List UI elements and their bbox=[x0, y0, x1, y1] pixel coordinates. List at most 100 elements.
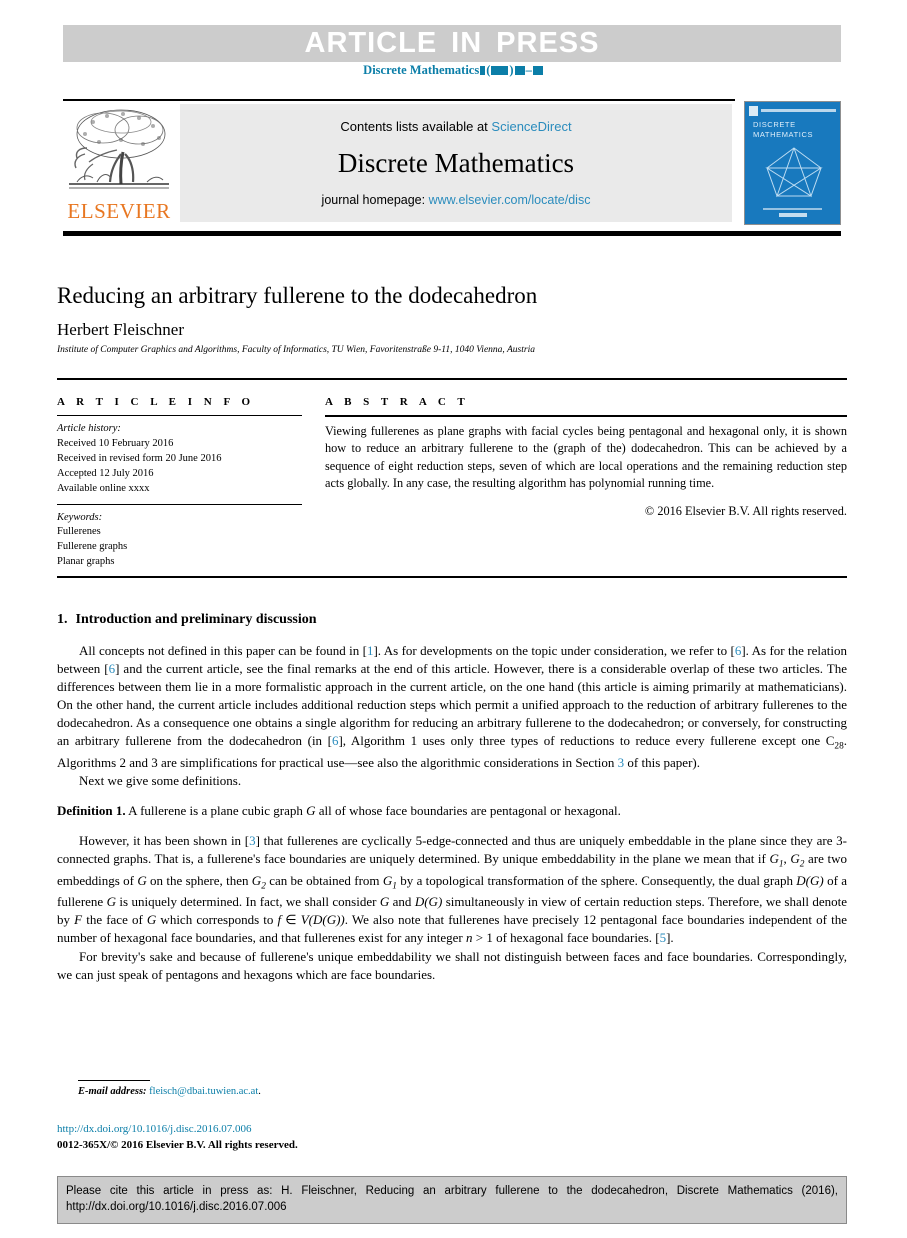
pentagram-icon bbox=[765, 147, 823, 198]
symbol-n-gt-1: n bbox=[465, 930, 473, 946]
article-info-column: A R T I C L E I N F O Article history: R… bbox=[57, 396, 302, 584]
article-in-press-banner: ARTICLE IN PRESS bbox=[63, 25, 841, 62]
author-name: Herbert Fleischner bbox=[57, 320, 184, 339]
section-title-text: Introduction and preliminary discussion bbox=[75, 612, 317, 627]
definition-1: Definition 1. A fullerene is a plane cub… bbox=[57, 802, 847, 820]
keywords-label: Keywords: bbox=[57, 511, 103, 523]
keyword-item: Planar graphs bbox=[57, 556, 115, 568]
doi-link[interactable]: http://dx.doi.org/10.1016/j.disc.2016.07… bbox=[57, 1122, 557, 1138]
journal-homepage-link[interactable]: www.elsevier.com/locate/disc bbox=[429, 193, 591, 207]
cover-publisher-mark bbox=[749, 105, 758, 116]
keyword-item: Fullerenes bbox=[57, 526, 101, 538]
page-end-placeholder-block bbox=[532, 66, 543, 75]
section-number: 1. bbox=[57, 612, 68, 627]
cite-line-1: Please cite this article in press as: H.… bbox=[66, 1185, 838, 1197]
email-link[interactable]: fleisch@dbai.tuwien.ac.at bbox=[149, 1086, 258, 1097]
para1-seg-b: ]. As for developments on the topic unde… bbox=[373, 643, 735, 658]
symbol-G-b: G bbox=[106, 894, 116, 910]
history-available-online: Available online xxxx bbox=[57, 482, 150, 494]
page-start-placeholder-block bbox=[514, 66, 525, 75]
cover-header-bar bbox=[749, 105, 836, 116]
journal-citation-stub: Discrete Mathematics() – bbox=[0, 63, 907, 78]
abstract-block-rule bbox=[57, 576, 847, 578]
author-affiliation: Institute of Computer Graphics and Algor… bbox=[57, 345, 535, 355]
symbol-G-d: G bbox=[146, 912, 157, 928]
journal-homepage-line: journal homepage: www.elsevier.com/locat… bbox=[322, 193, 591, 207]
symbol-F: F bbox=[74, 912, 83, 928]
cite-line-2: http://dx.doi.org/10.1016/j.disc.2016.07… bbox=[66, 1201, 287, 1214]
para3-seg-n: of hexagonal face boundaries. [ bbox=[492, 930, 660, 946]
history-accepted: Accepted 12 July 2016 bbox=[57, 467, 154, 479]
abstract-heading: A B S T R A C T bbox=[325, 396, 470, 408]
elsevier-tree-icon bbox=[69, 109, 169, 189]
symbol-VDG: V(D(G)) bbox=[300, 912, 345, 928]
cover-footer-mark bbox=[763, 208, 822, 217]
section-heading-introduction: 1. Introduction and preliminary discussio… bbox=[57, 612, 847, 628]
definition-label: Definition 1. bbox=[57, 803, 126, 819]
para3-seg-o: ]. bbox=[666, 930, 674, 946]
sciencedirect-link[interactable]: ScienceDirect bbox=[491, 119, 571, 134]
email-label: E-mail address: bbox=[78, 1086, 147, 1097]
symbol-DG-a: D(G) bbox=[796, 872, 824, 888]
symbol-G2-b: G2 bbox=[251, 872, 266, 892]
para3-seg-k: the face of bbox=[82, 912, 147, 928]
para1-seg-g: of this paper). bbox=[624, 754, 700, 770]
symbol-f-in-VDG: f bbox=[277, 912, 282, 928]
paragraph-brevity: For brevity's sake and because of fuller… bbox=[57, 948, 847, 982]
footer-identifiers: http://dx.doi.org/10.1016/j.disc.2016.07… bbox=[57, 1122, 557, 1154]
cover-title-line1: DISCRETE bbox=[753, 120, 796, 129]
cover-title-text: DISCRETE MATHEMATICS bbox=[753, 120, 813, 140]
history-received: Received 10 February 2016 bbox=[57, 437, 174, 449]
definition-symbol-G: G bbox=[306, 803, 316, 819]
footnote-email: E-mail address: fleisch@dbai.tuwien.ac.a… bbox=[78, 1086, 578, 1097]
title-block-rule bbox=[57, 378, 847, 380]
para3-seg-e: can be obtained from bbox=[265, 872, 383, 888]
contents-lists-prefix: Contents lists available at bbox=[340, 119, 492, 134]
journal-masthead: Contents lists available at ScienceDirec… bbox=[180, 104, 732, 222]
contents-lists-line: Contents lists available at ScienceDirec… bbox=[340, 119, 571, 134]
article-body: 1. Introduction and preliminary discussio… bbox=[57, 612, 847, 984]
definition-text-b: all of whose face boundaries are pentago… bbox=[315, 803, 621, 819]
symbol-G1-b: G1 bbox=[382, 872, 397, 892]
keywords-block: Keywords: Fullerenes Fullerene graphs Pl… bbox=[57, 511, 302, 571]
para1-seg-e: ], Algorithm 1 uses only three types of … bbox=[338, 733, 835, 749]
para1-seg-a: All concepts not defined in this paper c… bbox=[79, 643, 367, 658]
masthead-top-rule bbox=[63, 99, 735, 101]
history-revised: Received in revised form 20 June 2016 bbox=[57, 452, 222, 464]
c28-subscript: 28 bbox=[834, 741, 844, 752]
email-suffix: . bbox=[258, 1086, 261, 1097]
copyright-line: © 2016 Elsevier B.V. All rights reserved… bbox=[644, 503, 847, 518]
symbol-G-c: G bbox=[379, 894, 390, 910]
para3-seg-i: and bbox=[389, 894, 415, 910]
abstract-column: A B S T R A C T Viewing fullerenes as pl… bbox=[325, 396, 847, 519]
article-info-rule-mid bbox=[57, 503, 302, 505]
elsevier-logo: ELSEVIER bbox=[63, 104, 175, 222]
para3-seg-d: on the sphere, then bbox=[146, 872, 252, 888]
article-history-label: Article history: bbox=[57, 423, 121, 434]
cite-this-article-box: Please cite this article in press as: H.… bbox=[57, 1176, 847, 1224]
paragraph-intro: All concepts not defined in this paper c… bbox=[57, 642, 847, 772]
journal-homepage-prefix: journal homepage: bbox=[321, 193, 429, 207]
cover-title-line2: MATHEMATICS bbox=[753, 130, 814, 140]
para3-seg-a: However, it has been shown in [ bbox=[79, 833, 250, 849]
issn-copyright-line: 0012-365X/© 2016 Elsevier B.V. All right… bbox=[57, 1138, 298, 1151]
definition-text-a: A fullerene is a plane cubic graph bbox=[125, 803, 307, 819]
symbol-G2: G2 bbox=[790, 851, 805, 870]
abstract-rule bbox=[325, 415, 847, 417]
article-history-block: Article history: Received 10 February 20… bbox=[57, 422, 302, 497]
symbol-G1: G1 bbox=[769, 851, 784, 870]
para3-seg-h: is uniquely determined. In fact, we shal… bbox=[116, 894, 380, 910]
masthead-bottom-rule bbox=[63, 231, 841, 236]
journal-title: Discrete Mathematics bbox=[337, 148, 575, 178]
page-title: Reducing an arbitrary fullerene to the d… bbox=[57, 283, 538, 308]
footnote-separator bbox=[78, 1080, 150, 1081]
para3-seg-l: which corresponds to bbox=[156, 912, 278, 928]
journal-citation-name: Discrete Mathematics bbox=[363, 63, 480, 77]
article-page: ARTICLE IN PRESS Discrete Mathematics() – bbox=[0, 0, 907, 1238]
elsevier-wordmark: ELSEVIER bbox=[67, 199, 171, 223]
article-in-press-label: ARTICLE IN PRESS bbox=[304, 27, 600, 59]
paragraph-embeddability: However, it has been shown in [3] that f… bbox=[57, 833, 847, 946]
article-info-heading: A R T I C L E I N F O bbox=[57, 396, 255, 408]
year-placeholder-block bbox=[491, 66, 509, 75]
para3-seg-f: by a topological transformation of the s… bbox=[396, 872, 797, 888]
